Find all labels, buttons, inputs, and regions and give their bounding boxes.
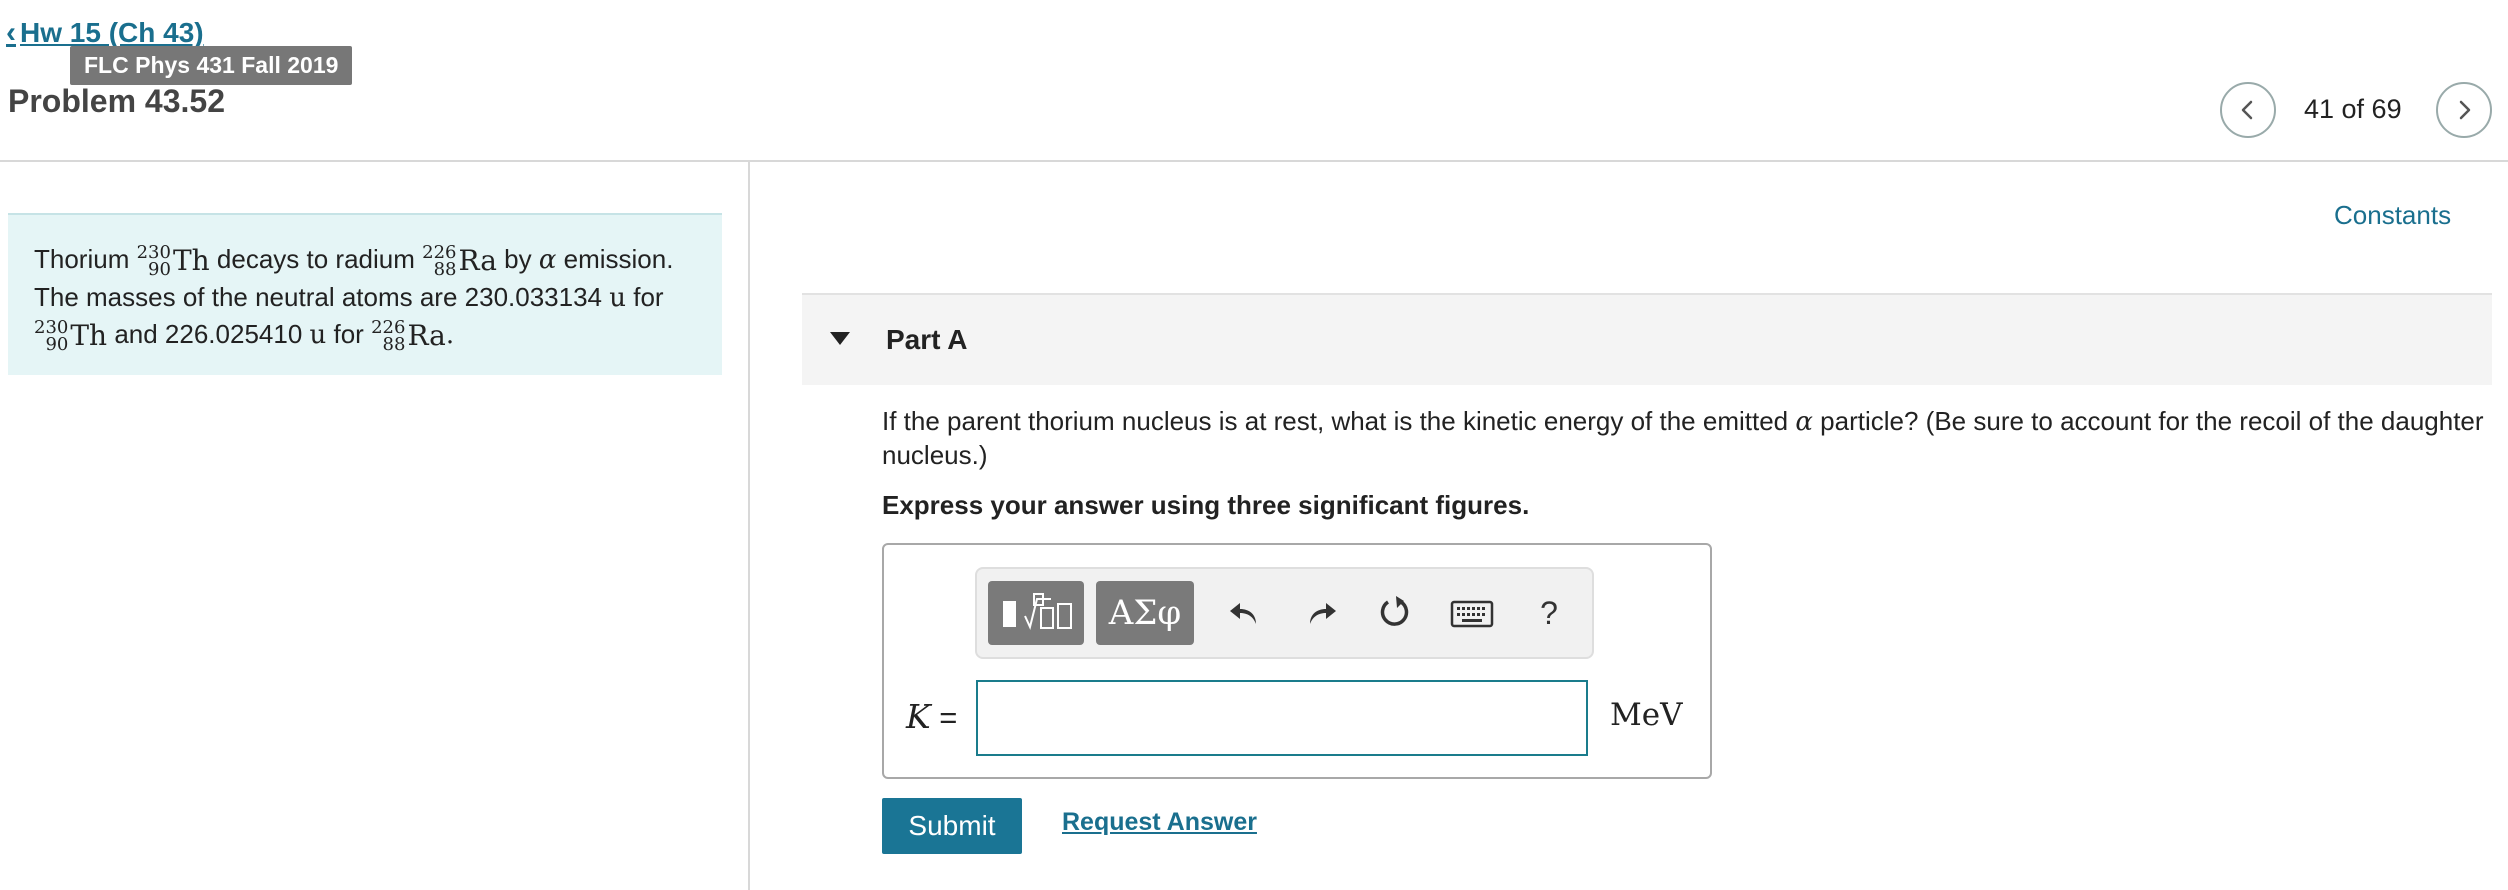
intro-text: and 226.025410 [114,319,303,350]
part-a-header[interactable] [802,293,2492,385]
previous-problem-button[interactable] [2220,82,2276,138]
question-text-a: If the parent thorium nucleus is at rest… [882,406,1789,436]
equals-sign: = [939,700,958,735]
intro-text: emission. [563,244,674,274]
atomic-mass-unit: u [309,320,327,351]
thorium-atomic-number: 90 [148,259,171,281]
constants-link[interactable]: Constants [2334,200,2451,231]
chevron-left-icon [2241,100,2253,120]
header-divider [0,160,2508,162]
submit-button[interactable]: Submit [882,798,1022,854]
atomic-mass-unit: u [609,283,626,314]
radium-atomic-number: 88 [382,334,406,356]
answer-variable-label: K = [906,697,957,736]
back-link-hw15[interactable]: ‹ Hw 15 (Ch 43) [6,16,204,50]
alpha-symbol: α [538,245,557,275]
thorium-isotope: 230 90 Th [34,318,107,354]
radium-isotope: 226 88 Ra [422,243,497,279]
intro-text: The masses of the neutral atoms are 230.… [34,282,603,313]
templates-button[interactable] [988,581,1084,645]
redo-button[interactable] [1298,590,1344,636]
problem-title: Problem 43.52 [8,83,225,119]
radium-symbol: Ra [407,319,446,353]
next-problem-button[interactable] [2436,82,2492,138]
keyboard-button[interactable] [1450,596,1494,632]
redo-icon [1310,603,1336,624]
caret-down-icon[interactable] [830,332,850,345]
problem-intro: Thorium 230 90 Th decays to radium 226 88 … [8,213,722,375]
radium-atomic-number: 88 [433,259,457,281]
radium-symbol: Ra [458,244,497,278]
variable-k: K [906,697,931,736]
thorium-symbol: Th [172,244,210,278]
help-button[interactable]: ? [1534,590,1564,636]
request-answer-link[interactable]: Request Answer [1062,808,1257,837]
answer-unit: MeV [1610,697,1683,733]
templates-icon [1003,593,1072,631]
intro-text: decays to radium [216,244,415,274]
chevron-left-icon: ‹ [6,16,16,49]
back-link-label: Hw 15 (Ch 43) [20,17,204,48]
intro-text: for [333,319,364,350]
chevron-right-icon [2459,100,2471,120]
undo-icon [1230,603,1256,624]
reset-icon [1380,596,1409,626]
intro-text: for [633,282,664,313]
course-tooltip: FLC Phys 431 Fall 2019 [70,46,353,85]
column-divider [748,162,750,890]
radium-isotope: 226 88 Ra [371,318,446,354]
question-text: If the parent thorium nucleus is at rest… [882,405,2502,472]
reset-button[interactable] [1372,590,1418,636]
answer-input[interactable] [976,680,1588,756]
intro-text: by [504,244,532,274]
undo-button[interactable] [1222,590,1268,636]
thorium-symbol: Th [70,319,108,353]
keyboard-icon [1450,600,1494,628]
greek-symbols-button[interactable]: ΑΣφ [1096,581,1194,645]
intro-text: Thorium [34,244,130,274]
pagination-text: 41 of 69 [2304,94,2402,124]
answer-instruction: Express your answer using three signific… [882,490,1530,520]
thorium-atomic-number: 90 [45,334,69,356]
part-a-label[interactable]: Part A [886,324,967,356]
thorium-isotope: 230 90 Th [137,243,210,279]
alpha-symbol: α [1795,407,1813,437]
